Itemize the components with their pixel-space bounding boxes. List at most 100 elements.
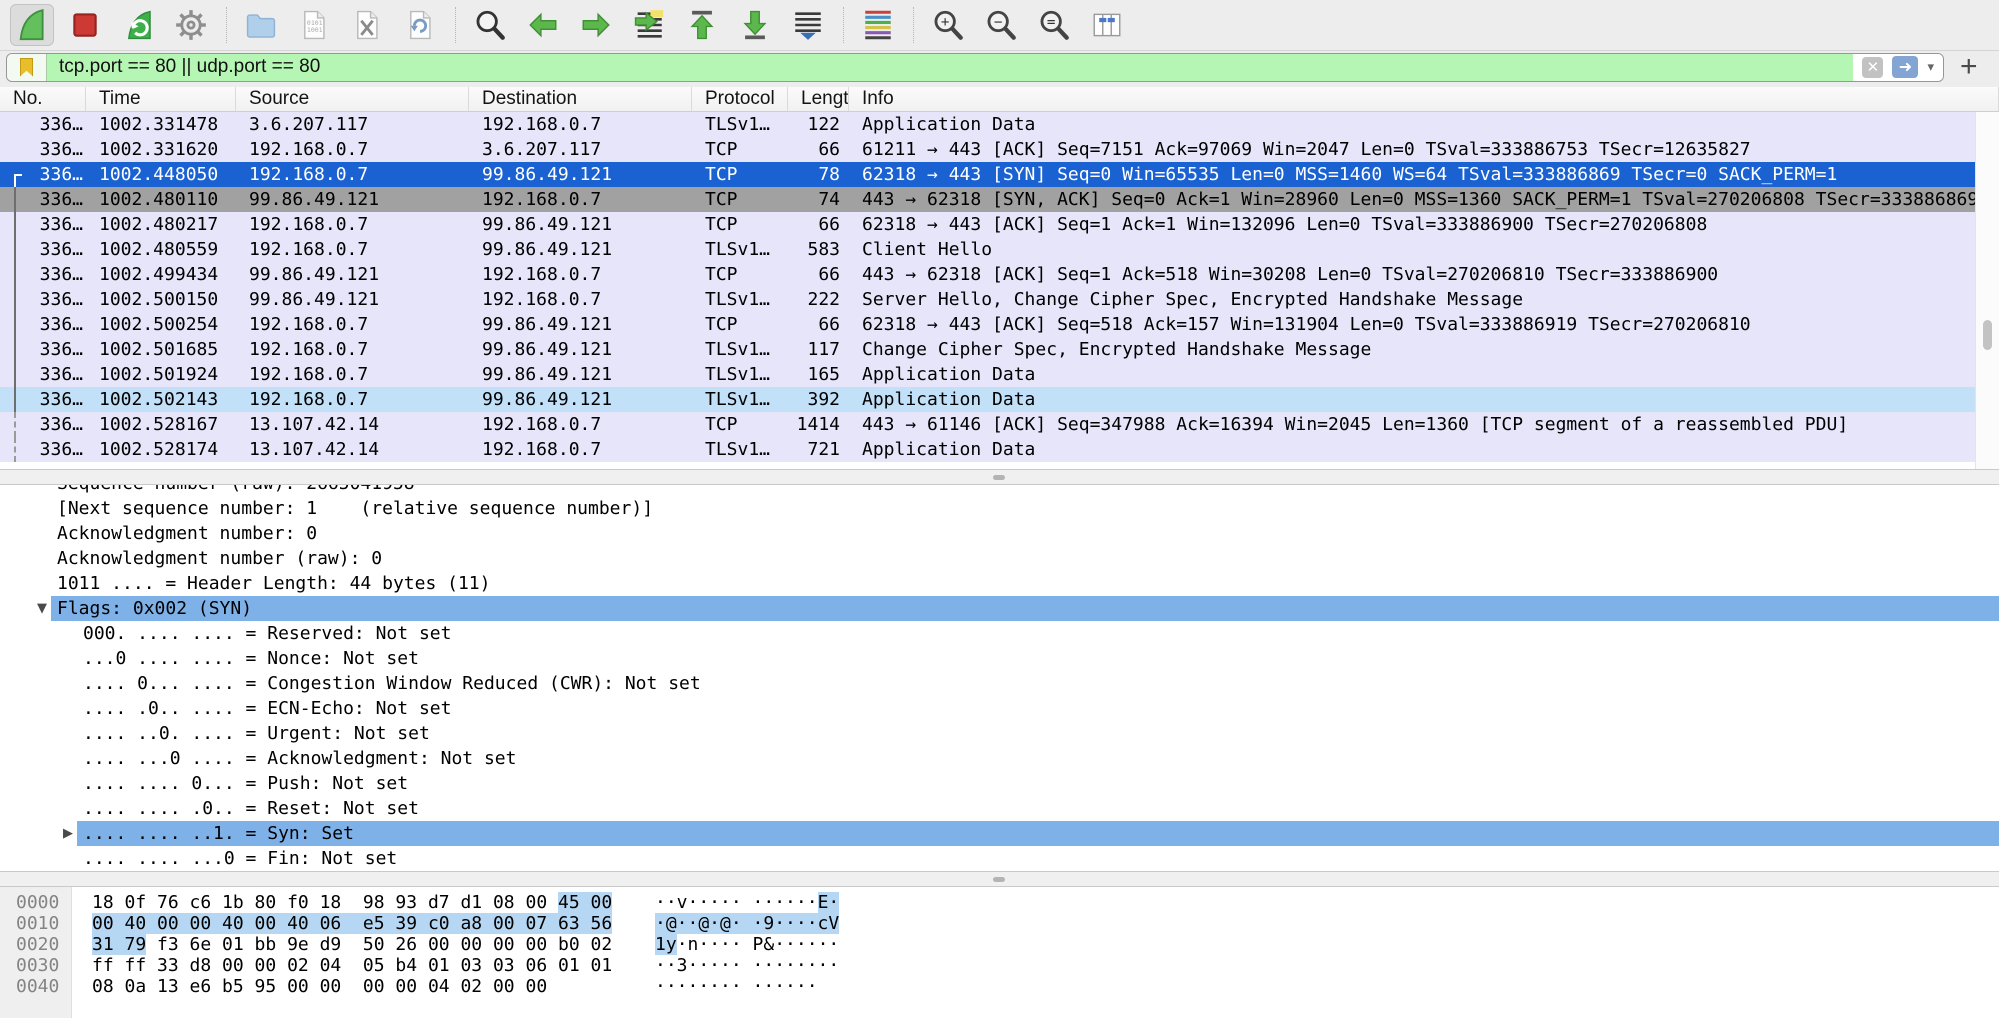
- hex-offset: 0000: [16, 892, 59, 913]
- packet-row[interactable]: 336…1002.48011099.86.49.121192.168.0.7TC…: [0, 187, 1975, 212]
- go-last-button[interactable]: [733, 4, 777, 46]
- packet-row[interactable]: 336…1002.480559192.168.0.799.86.49.121TL…: [0, 237, 1975, 262]
- detail-bytes-splitter[interactable]: [0, 871, 1999, 887]
- svg-text:=: =: [1047, 14, 1056, 30]
- expander-spacer: [63, 796, 83, 821]
- list-detail-splitter[interactable]: [0, 469, 1999, 485]
- find-packet-button[interactable]: [468, 4, 512, 46]
- detail-line[interactable]: Acknowledgment number: 0: [0, 521, 1999, 546]
- packet-row[interactable]: 336…1002.501924192.168.0.799.86.49.121TL…: [0, 362, 1975, 387]
- filter-history-caret-icon[interactable]: ▾: [1927, 59, 1934, 75]
- expander-spacer: [63, 771, 83, 796]
- packet-row[interactable]: 336…1002.500254192.168.0.799.86.49.121TC…: [0, 312, 1975, 337]
- packet-cell: 1002.448050: [86, 162, 236, 187]
- detail-line[interactable]: .... .... 0... = Push: Not set: [0, 771, 1999, 796]
- stop-capture-button[interactable]: [63, 4, 107, 46]
- packet-row[interactable]: 336…1002.501685192.168.0.799.86.49.121TL…: [0, 337, 1975, 362]
- start-capture-button[interactable]: [10, 4, 54, 46]
- go-forward-button[interactable]: [574, 4, 618, 46]
- display-filter-field[interactable]: tcp.port == 80 || udp.port == 80 ✕ ➜ ▾: [6, 53, 1944, 82]
- zoom-out-button[interactable]: −: [979, 4, 1023, 46]
- detail-line[interactable]: .... .... .0.. = Reset: Not set: [0, 796, 1999, 821]
- detail-line[interactable]: .... 0... .... = Congestion Window Reduc…: [0, 671, 1999, 696]
- packet-cell: 336…: [0, 162, 86, 187]
- packet-cell: 443 → 61146 [ACK] Seq=347988 Ack=16394 W…: [849, 412, 1975, 437]
- column-header-protocol[interactable]: Protocol: [692, 87, 788, 111]
- packet-list-scrollbar[interactable]: [1975, 112, 1999, 469]
- go-first-button[interactable]: [680, 4, 724, 46]
- column-header-time[interactable]: Time: [86, 87, 236, 111]
- packet-cell: 122: [788, 112, 849, 137]
- packet-cell: TCP: [692, 312, 788, 337]
- packet-cell: 192.168.0.7: [469, 112, 692, 137]
- add-filter-button-icon[interactable]: +: [1960, 54, 1978, 80]
- reload-file-button[interactable]: [398, 4, 442, 46]
- apply-filter-icon[interactable]: ➜: [1892, 56, 1918, 78]
- detail-line[interactable]: .... ..0. .... = Urgent: Not set: [0, 721, 1999, 746]
- scrollbar-thumb[interactable]: [1983, 320, 1992, 350]
- packet-row[interactable]: 336…1002.50015099.86.49.121192.168.0.7TL…: [0, 287, 1975, 312]
- column-header-destination[interactable]: Destination: [469, 87, 692, 111]
- packet-row[interactable]: 336…1002.331620192.168.0.73.6.207.117TCP…: [0, 137, 1975, 162]
- packet-cell: 99.86.49.121: [469, 312, 692, 337]
- display-filter-input[interactable]: tcp.port == 80 || udp.port == 80: [47, 54, 1853, 81]
- packet-cell: 392: [788, 387, 849, 412]
- packet-cell: 66: [788, 212, 849, 237]
- zoom-original-button[interactable]: =: [1032, 4, 1076, 46]
- clear-filter-icon[interactable]: ✕: [1862, 57, 1883, 78]
- go-back-button[interactable]: [521, 4, 565, 46]
- hex-row[interactable]: 000018 0f 76 c6 1b 80 f0 18 98 93 d7 d1 …: [0, 892, 1999, 913]
- packet-row[interactable]: 336…1002.52817413.107.42.14192.168.0.7TL…: [0, 437, 1975, 462]
- detail-line[interactable]: 1011 .... = Header Length: 44 bytes (11): [0, 571, 1999, 596]
- hex-row[interactable]: 002031 79 f3 6e 01 bb 9e d9 50 26 00 00 …: [0, 934, 1999, 955]
- packet-cell: 99.86.49.121: [236, 187, 469, 212]
- detail-line-text: 1011 .... = Header Length: 44 bytes (11): [57, 571, 490, 596]
- filter-bookmark-button[interactable]: [7, 54, 47, 81]
- column-header-info[interactable]: Info: [849, 87, 1999, 111]
- packet-cell: Change Cipher Spec, Encrypted Handshake …: [849, 337, 1975, 362]
- resize-columns-button[interactable]: [1085, 4, 1129, 46]
- conversation-mark-icon: [14, 174, 22, 187]
- packet-cell: 13.107.42.14: [236, 437, 469, 462]
- detail-line[interactable]: 000. .... .... = Reserved: Not set: [0, 621, 1999, 646]
- splitter-handle-icon[interactable]: [993, 475, 1005, 480]
- column-header-length[interactable]: Length: [788, 87, 849, 111]
- capture-options-button[interactable]: [169, 4, 213, 46]
- packet-row[interactable]: 336…1002.502143192.168.0.799.86.49.121TL…: [0, 387, 1975, 412]
- packet-cell: 62318 → 443 [ACK] Seq=1 Ack=1 Win=132096…: [849, 212, 1975, 237]
- conversation-mark-icon: [14, 437, 22, 462]
- hex-row[interactable]: 0030ff ff 33 d8 00 00 02 04 05 b4 01 03 …: [0, 955, 1999, 976]
- hex-bytes: ········ ······: [655, 976, 818, 997]
- close-file-button[interactable]: [345, 4, 389, 46]
- packet-row[interactable]: 336…1002.3314783.6.207.117192.168.0.7TLS…: [0, 112, 1975, 137]
- go-to-packet-button[interactable]: [627, 4, 671, 46]
- auto-scroll-button[interactable]: [786, 4, 830, 46]
- packet-row[interactable]: 336…1002.448050192.168.0.799.86.49.121TC…: [0, 162, 1975, 187]
- hex-row[interactable]: 001000 40 00 00 40 00 40 06 e5 39 c0 a8 …: [0, 913, 1999, 934]
- packet-row[interactable]: 336…1002.480217192.168.0.799.86.49.121TC…: [0, 212, 1975, 237]
- detail-line[interactable]: ▶.... .... ..1. = Syn: Set: [0, 821, 1999, 846]
- hex-row[interactable]: 004008 0a 13 e6 b5 95 00 00 00 00 04 02 …: [0, 976, 1999, 997]
- packet-cell: TCP: [692, 137, 788, 162]
- column-header-no[interactable]: No.: [0, 87, 86, 111]
- colorize-button[interactable]: [856, 4, 900, 46]
- detail-line[interactable]: .... ...0 .... = Acknowledgment: Not set: [0, 746, 1999, 771]
- zoom-in-button[interactable]: +: [926, 4, 970, 46]
- splitter-handle-icon[interactable]: [993, 877, 1005, 882]
- packet-row[interactable]: 336…1002.49943499.86.49.121192.168.0.7TC…: [0, 262, 1975, 287]
- detail-line[interactable]: .... .... ...0 = Fin: Not set: [0, 846, 1999, 871]
- detail-line[interactable]: Acknowledgment number (raw): 0: [0, 546, 1999, 571]
- detail-line[interactable]: .... .0.. .... = ECN-Echo: Not set: [0, 696, 1999, 721]
- packet-cell: 1002.502143: [86, 387, 236, 412]
- detail-line[interactable]: Sequence number (raw): 2665041958: [0, 485, 1999, 496]
- packet-row[interactable]: 336…1002.52816713.107.42.14192.168.0.7TC…: [0, 412, 1975, 437]
- column-header-source[interactable]: Source: [236, 87, 469, 111]
- open-file-button[interactable]: [239, 4, 283, 46]
- save-file-button[interactable]: 01011001: [292, 4, 336, 46]
- detail-line[interactable]: ▼Flags: 0x002 (SYN): [0, 596, 1999, 621]
- detail-line[interactable]: ...0 .... .... = Nonce: Not set: [0, 646, 1999, 671]
- zoom-in-icon: +: [931, 8, 965, 42]
- restart-capture-button[interactable]: [116, 4, 160, 46]
- detail-line[interactable]: [Next sequence number: 1 (relative seque…: [0, 496, 1999, 521]
- packet-cell: 1414: [788, 412, 849, 437]
